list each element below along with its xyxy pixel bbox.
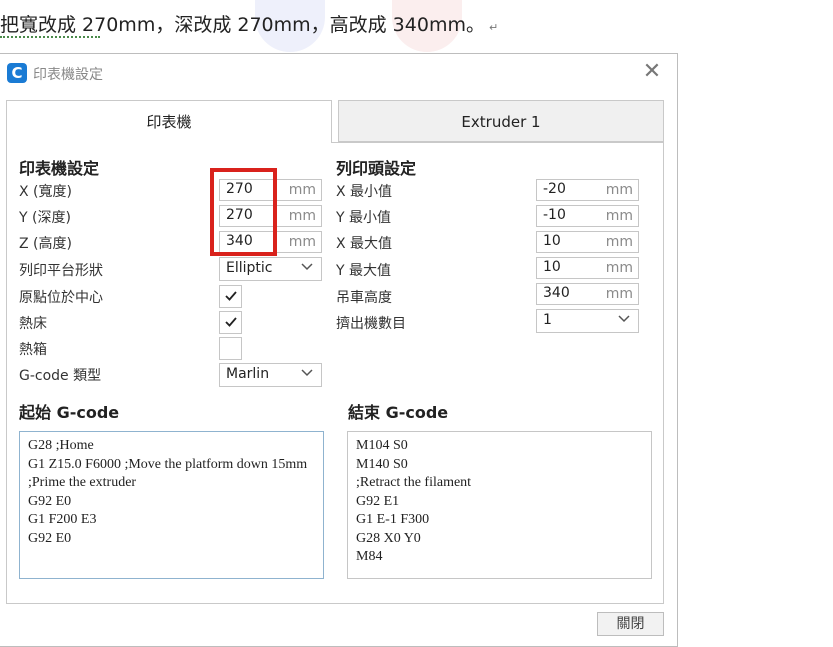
build-plate-shape-label: 列印平台形狀 — [19, 263, 103, 279]
start-gcode-heading: 起始 G-code — [19, 403, 120, 422]
gcode-flavor-select[interactable]: Marlin — [219, 363, 322, 387]
tab-extruder-1[interactable]: Extruder 1 — [338, 100, 664, 142]
width-input[interactable]: 270 mm — [219, 179, 322, 201]
chevron-down-icon — [618, 312, 630, 329]
heated-chamber-label: 熱箱 — [19, 342, 47, 358]
close-dialog-button[interactable]: 關閉 — [597, 612, 664, 636]
printhead-settings-heading: 列印頭設定 — [336, 159, 417, 178]
x-max-input[interactable]: 10 mm — [536, 231, 639, 253]
depth-value: 270 — [226, 207, 253, 223]
gcode-line: G1 F200 E3 — [28, 512, 97, 527]
paragraph-mark: ↵ — [488, 21, 499, 34]
gcode-line: M104 S0 — [356, 438, 408, 453]
gantry-height-unit: mm — [605, 286, 633, 302]
y-max-input[interactable]: 10 mm — [536, 257, 639, 279]
gantry-height-label: 吊車高度 — [336, 290, 392, 306]
width-label: X (寬度) — [19, 184, 72, 200]
origin-center-label: 原點位於中心 — [19, 290, 103, 306]
depth-input[interactable]: 270 mm — [219, 205, 322, 227]
y-min-value: -10 — [543, 207, 566, 223]
title-bar: C 印表機設定 ✕ — [0, 54, 677, 92]
cura-app-icon: C — [7, 63, 27, 83]
checkmark-icon — [224, 291, 237, 301]
origin-center-checkbox[interactable] — [219, 285, 242, 308]
build-plate-shape-select[interactable]: Elliptic — [219, 257, 322, 281]
depth-unit: mm — [288, 208, 316, 224]
spellcheck-underline — [0, 34, 100, 38]
start-gcode-textarea[interactable]: G28 ;Home G1 Z15.0 F6000 ;Move the platf… — [19, 431, 324, 579]
tab-printer[interactable]: 印表機 — [6, 100, 332, 143]
x-max-value: 10 — [543, 233, 561, 249]
height-input[interactable]: 340 mm — [219, 231, 322, 253]
y-min-unit: mm — [605, 208, 633, 224]
gcode-line: G92 E0 — [28, 493, 72, 509]
window-close-button[interactable]: ✕ — [638, 60, 666, 86]
gcode-line: M84 — [356, 549, 383, 564]
checkmark-icon — [224, 317, 237, 327]
gcode-line: G1 Z15.0 F6000 ;Move the platform down 1… — [28, 456, 308, 472]
window-title: 印表機設定 — [33, 67, 103, 83]
extruder-count-value: 1 — [543, 312, 552, 328]
printer-settings-heading: 印表機設定 — [19, 159, 100, 178]
end-gcode-heading: 結束 G-code — [348, 403, 449, 422]
y-min-label: Y 最小值 — [336, 210, 392, 226]
instruction-sentence: 把寬改成 270mm，深改成 270mm，高改成 340mm。 — [0, 14, 485, 36]
gantry-height-input[interactable]: 340 mm — [536, 283, 639, 305]
x-min-unit: mm — [605, 182, 633, 198]
gcode-line: G28 ;Home — [28, 438, 94, 453]
y-max-value: 10 — [543, 259, 561, 275]
x-min-label: X 最小值 — [336, 184, 393, 200]
y-max-unit: mm — [605, 260, 633, 276]
chevron-down-icon — [301, 260, 313, 277]
printer-settings-dialog: C 印表機設定 ✕ 印表機 Extruder 1 印表機設定 X (寬度) 27… — [0, 53, 678, 647]
end-gcode-textarea[interactable]: M104 S0 M140 S0 ;Retract the filament G9… — [347, 431, 652, 579]
gcode-line: G92 E0 — [28, 530, 72, 546]
depth-label: Y (深度) — [19, 210, 71, 226]
height-label: Z (高度) — [19, 236, 72, 252]
build-plate-shape-value: Elliptic — [226, 260, 273, 276]
gcode-flavor-label: G-code 類型 — [19, 368, 102, 384]
gcode-line: ;Retract the filament — [356, 475, 472, 490]
heated-chamber-checkbox[interactable] — [219, 337, 242, 360]
heated-bed-label: 熱床 — [19, 316, 47, 332]
y-max-label: Y 最大值 — [336, 263, 392, 279]
tab-container: 印表機 Extruder 1 印表機設定 X (寬度) 270 mm Y (深度… — [6, 100, 664, 604]
height-value: 340 — [226, 233, 253, 249]
gcode-line: M140 S0 — [356, 456, 408, 472]
x-max-label: X 最大值 — [336, 236, 393, 252]
extruder-count-label: 擠出機數目 — [336, 316, 406, 332]
gcode-line: ;Prime the extruder — [28, 475, 137, 490]
heated-bed-checkbox[interactable] — [219, 311, 242, 334]
x-min-value: -20 — [543, 181, 566, 197]
y-min-input[interactable]: -10 mm — [536, 205, 639, 227]
gantry-height-value: 340 — [543, 285, 570, 301]
width-unit: mm — [288, 182, 316, 198]
gcode-flavor-value: Marlin — [226, 366, 270, 382]
width-value: 270 — [226, 181, 253, 197]
printer-tab-panel: 印表機設定 X (寬度) 270 mm Y (深度) 270 mm Z (高度)… — [6, 142, 664, 604]
extruder-count-select[interactable]: 1 — [536, 309, 639, 333]
x-max-unit: mm — [605, 234, 633, 250]
gcode-line: G1 E-1 F300 — [356, 512, 430, 527]
height-unit: mm — [288, 234, 316, 250]
gcode-line: G92 E1 — [356, 493, 400, 509]
chevron-down-icon — [301, 366, 313, 383]
gcode-line: G28 X0 Y0 — [356, 530, 421, 546]
x-min-input[interactable]: -20 mm — [536, 179, 639, 201]
